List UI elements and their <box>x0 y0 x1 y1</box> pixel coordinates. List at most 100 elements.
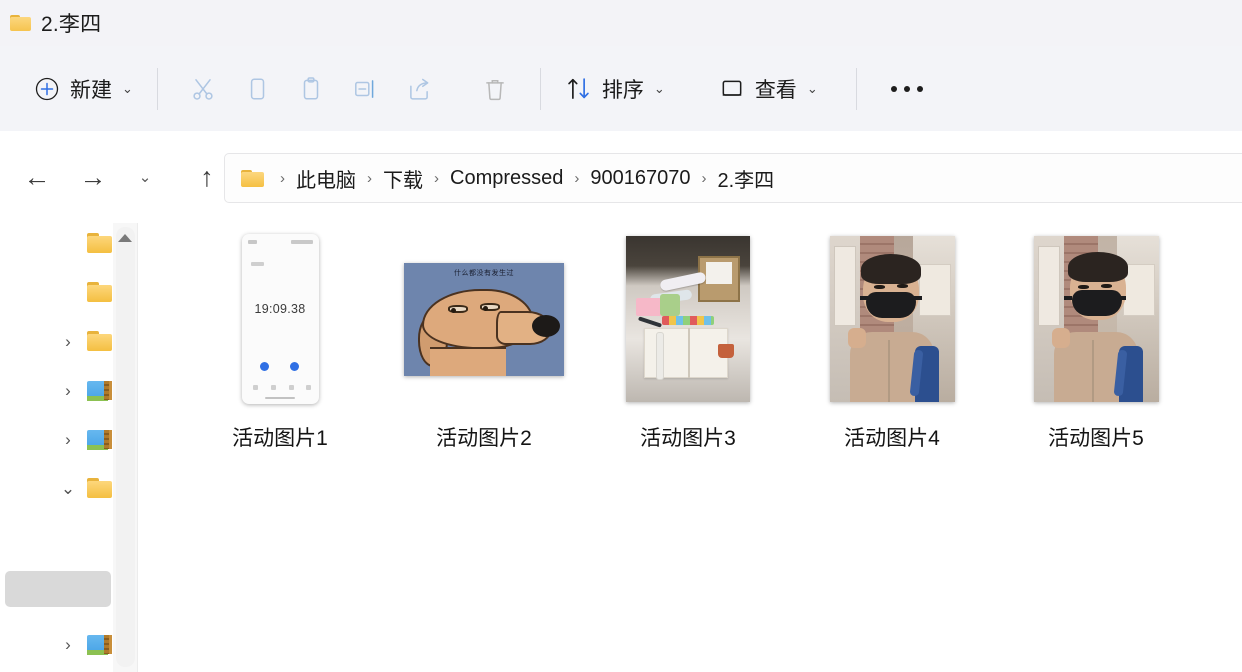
tree-item-3[interactable]: › <box>5 372 113 408</box>
chevron-right-icon[interactable]: › <box>55 426 81 452</box>
file-item[interactable]: 活动图片4 <box>790 231 994 452</box>
boy-photo-thumbnail-b <box>1033 236 1159 402</box>
folder-icon <box>87 232 113 254</box>
chevron-down-icon[interactable]: ⌄ <box>807 82 818 95</box>
tree-item-5-expanded[interactable]: ⌄ <box>5 470 113 506</box>
toolbar-divider-3 <box>855 67 857 110</box>
trash-icon <box>482 76 508 102</box>
rename-icon <box>352 76 378 102</box>
title-bar: 2.李四 <box>0 0 1242 46</box>
breadcrumb-separator: › <box>367 169 372 187</box>
breadcrumb-item-4[interactable]: 2.李四 <box>718 164 775 193</box>
sort-button[interactable]: 排序 ⌄ <box>559 66 671 112</box>
thumbnail-container: 什么都没有发生过 <box>404 231 564 407</box>
command-bar: 新建 ⌄ 排序 ⌄ 查看 ⌄ <box>0 46 1242 131</box>
rename-button[interactable] <box>338 65 392 113</box>
navigation-buttons: ← → ⌄ ↑ <box>14 154 230 200</box>
tree-item-1[interactable] <box>5 274 113 310</box>
forward-button[interactable]: → <box>70 154 116 200</box>
breadcrumb-separator: › <box>701 169 707 187</box>
file-name: 活动图片3 <box>640 427 736 450</box>
file-item[interactable]: 活动图片5 <box>994 231 1198 452</box>
file-item[interactable]: 活动图片3 <box>586 231 790 452</box>
chevron-right-icon[interactable]: › <box>55 377 81 403</box>
tree-item-4[interactable]: › <box>5 421 113 457</box>
thumbnail-container: 19:09.38 <box>241 231 319 407</box>
folder-icon <box>87 281 113 303</box>
tree-item-7-selected[interactable] <box>5 571 111 607</box>
documents-folder-icon <box>87 633 113 655</box>
dog-meme-thumbnail: 什么都没有发生过 <box>404 262 564 376</box>
breadcrumb[interactable]: › 此电脑 › 下载 › Compressed › 900167070 › 2.… <box>224 153 1242 203</box>
paste-icon <box>298 76 324 102</box>
navigation-pane: › › › ⌄ › <box>0 223 113 672</box>
file-item[interactable]: 什么都没有发生过 活动图片2 <box>382 231 586 452</box>
chevron-right-icon[interactable]: › <box>55 328 81 354</box>
scrollbar-thumb[interactable] <box>116 227 135 667</box>
folder-icon <box>241 169 265 188</box>
view-monitor-icon <box>719 76 745 102</box>
new-button-label: 新建 <box>70 78 112 102</box>
thumbnail-container <box>626 231 750 407</box>
file-grid: 19:09.38 活动图片1 什么都没有发生过 活动图片2 活动图片3 活动图片… <box>178 231 1198 452</box>
breadcrumb-item-1[interactable]: 下载 <box>383 164 423 193</box>
sort-arrows-icon <box>565 75 592 102</box>
documents-folder-icon <box>87 428 113 450</box>
new-button[interactable]: 新建 ⌄ <box>28 66 139 112</box>
breadcrumb-separator: › <box>434 169 439 187</box>
toolbar-divider-2 <box>539 67 541 110</box>
breadcrumb-separator: › <box>574 169 580 187</box>
paste-button[interactable] <box>284 65 338 113</box>
documents-folder-icon <box>87 379 113 401</box>
delete-button[interactable] <box>468 65 522 113</box>
copy-button[interactable] <box>230 65 284 113</box>
tree-item-0[interactable] <box>5 225 113 261</box>
file-list-pane[interactable]: 19:09.38 活动图片1 什么都没有发生过 活动图片2 活动图片3 活动图片… <box>138 223 1242 672</box>
tree-item-8[interactable]: › <box>5 626 113 662</box>
plus-circle-icon <box>34 76 60 102</box>
file-name: 活动图片1 <box>232 427 328 450</box>
file-explorer-window: 2.李四 新建 ⌄ 排序 ⌄ 查看 ⌄ ← → ⌄ ↑ › 此电脑 › 下载 ›… <box>0 0 1242 672</box>
file-name: 活动图片5 <box>1048 427 1144 450</box>
cut-button[interactable] <box>176 65 230 113</box>
breadcrumb-item-3[interactable]: 900167070 <box>590 167 690 190</box>
more-options-button[interactable] <box>875 65 939 113</box>
scissors-icon <box>190 76 216 102</box>
chevron-right-icon[interactable]: › <box>55 631 81 657</box>
folder-icon <box>10 14 32 32</box>
navigation-pane-scrollbar[interactable] <box>113 223 138 672</box>
chevron-down-icon[interactable]: ⌄ <box>55 475 81 501</box>
back-button[interactable]: ← <box>14 154 60 200</box>
stopwatch-time: 19:09.38 <box>254 302 306 316</box>
breadcrumb-item-2[interactable]: Compressed <box>450 167 563 190</box>
view-button-label: 查看 <box>754 78 797 102</box>
tree-item-6[interactable] <box>5 526 111 562</box>
boy-photo-thumbnail-a <box>829 236 955 402</box>
file-item[interactable]: 19:09.38 活动图片1 <box>178 231 382 452</box>
chevron-down-icon[interactable]: ⌄ <box>122 82 133 95</box>
share-icon <box>406 76 432 102</box>
file-name: 活动图片4 <box>844 427 940 450</box>
copy-icon <box>244 76 270 102</box>
thumbnail-container <box>1033 231 1159 407</box>
triangle-up-icon[interactable] <box>118 234 132 242</box>
toolbar-divider <box>156 67 158 110</box>
ellipsis-icon <box>890 85 923 92</box>
chevron-down-icon[interactable]: ⌄ <box>654 82 665 95</box>
file-name: 活动图片2 <box>436 427 532 450</box>
meme-caption: 什么都没有发生过 <box>454 269 514 277</box>
folder-icon <box>87 330 113 352</box>
tree-item-2[interactable]: › <box>5 323 113 359</box>
breadcrumb-separator: › <box>280 169 285 187</box>
breadcrumb-item-0[interactable]: 此电脑 <box>296 164 356 193</box>
tab-title[interactable]: 2.李四 <box>41 8 101 38</box>
view-button[interactable]: 查看 ⌄ <box>713 66 824 112</box>
recent-locations-button[interactable]: ⌄ <box>126 154 164 200</box>
thumbnail-container <box>829 231 955 407</box>
content-area: › › › ⌄ › 19:09.38 活动图片1 什么都没有发生过 活动图片2 … <box>0 223 1242 672</box>
share-button[interactable] <box>392 65 446 113</box>
desk-photo-thumbnail <box>626 236 750 402</box>
phone-stopwatch-thumbnail: 19:09.38 <box>241 234 319 404</box>
folder-icon <box>87 477 113 499</box>
sort-button-label: 排序 <box>601 78 644 102</box>
